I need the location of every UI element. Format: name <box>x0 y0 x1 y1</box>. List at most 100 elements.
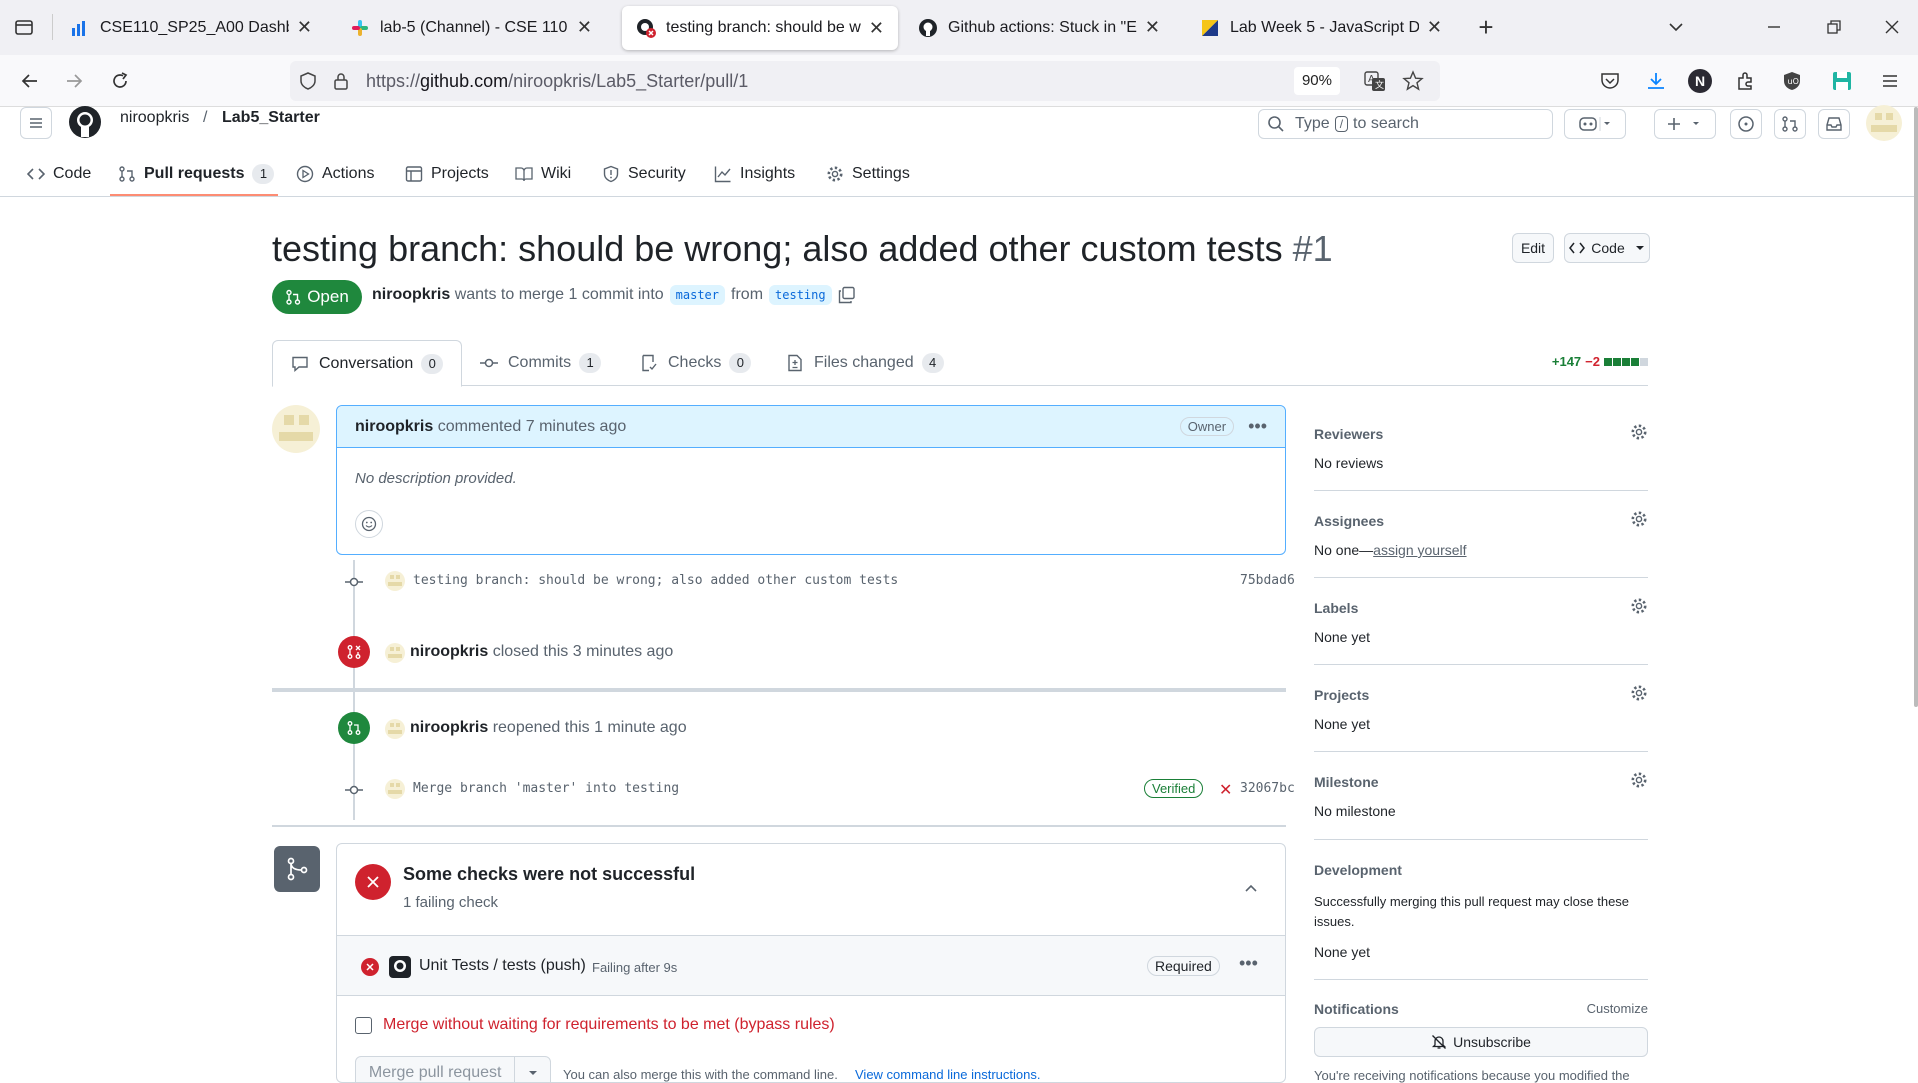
tracking-shield-icon[interactable] <box>298 71 318 96</box>
head-branch[interactable]: testing <box>769 285 832 305</box>
close-tab-icon[interactable]: ✕ <box>1427 17 1442 38</box>
customize-link[interactable]: Customize <box>1587 1001 1648 1016</box>
commit-message-link[interactable]: testing branch: should be wrong; also ad… <box>413 573 898 588</box>
back-icon[interactable] <box>14 65 46 97</box>
tab-list-chevron-icon[interactable] <box>1660 11 1692 43</box>
tab-checks[interactable]: Checks 0 <box>622 340 769 386</box>
event-user-link[interactable]: niroopkris <box>410 643 488 661</box>
copilot-button[interactable] <box>1564 109 1626 139</box>
commit-sha-link[interactable]: 75bdad6 <box>1240 573 1295 588</box>
add-reaction-icon[interactable] <box>355 510 383 538</box>
profile-avatar[interactable]: N <box>1684 65 1716 97</box>
comment-author-avatar[interactable] <box>272 405 320 453</box>
projects-gear-icon[interactable] <box>1630 684 1648 707</box>
tab-conversation[interactable]: Conversation 0 <box>272 340 463 387</box>
commit-author-avatar[interactable] <box>385 571 405 591</box>
browser-tab[interactable]: Lab Week 5 - JavaScript DOM B ✕ <box>1186 0 1456 55</box>
inbox-icon[interactable] <box>1818 109 1850 139</box>
event-user-link[interactable]: niroopkris <box>410 719 488 737</box>
labels-gear-icon[interactable] <box>1630 597 1648 620</box>
assignees-gear-icon[interactable] <box>1630 510 1648 533</box>
tab-overview-icon[interactable] <box>8 11 40 43</box>
repo-nav-settings[interactable]: Settings <box>826 159 910 189</box>
reload-icon[interactable] <box>104 65 136 97</box>
close-tab-icon[interactable]: ✕ <box>577 17 592 38</box>
kebab-menu-icon[interactable]: ••• <box>1248 416 1267 437</box>
reviewers-gear-icon[interactable] <box>1630 423 1648 446</box>
user-avatar[interactable] <box>1866 105 1902 141</box>
repo-name-link[interactable]: Lab5_Starter <box>222 107 320 129</box>
code-dropdown-button[interactable]: Code <box>1564 233 1650 263</box>
app-menu-icon[interactable] <box>1874 65 1906 97</box>
repo-nav-insights[interactable]: Insights <box>714 159 795 189</box>
url-text[interactable]: https://github.com/niroopkris/Lab5_Start… <box>366 71 748 92</box>
lock-icon[interactable] <box>332 71 350 96</box>
commit-sha-link[interactable]: 32067bc <box>1240 781 1295 796</box>
commit-message-link[interactable]: Merge branch 'master' into testing <box>413 781 679 796</box>
milestone-gear-icon[interactable] <box>1630 771 1648 794</box>
pull-request-icon <box>286 289 301 305</box>
tab-commits[interactable]: Commits 1 <box>462 340 619 386</box>
comment-author-link[interactable]: niroopkris <box>355 418 433 436</box>
comment-timestamp[interactable]: commented 7 minutes ago <box>438 418 627 436</box>
repo-nav-actions[interactable]: Actions <box>296 159 374 189</box>
close-tab-icon[interactable]: ✕ <box>1145 17 1160 38</box>
repo-nav-security[interactable]: Security <box>602 159 686 189</box>
hamburger-menu-icon[interactable] <box>20 107 52 139</box>
assign-yourself-link[interactable]: assign yourself <box>1373 542 1466 558</box>
edit-title-button[interactable]: Edit <box>1512 233 1554 263</box>
new-tab-icon[interactable]: + <box>1470 11 1502 43</box>
url-bar[interactable]: https://github.com/niroopkris/Lab5_Start… <box>290 61 1440 101</box>
event-avatar[interactable] <box>385 643 405 663</box>
pocket-icon[interactable] <box>1594 65 1626 97</box>
copy-icon[interactable] <box>838 286 856 304</box>
pr-author-link[interactable]: niroopkris <box>372 286 450 304</box>
repo-nav-pull-requests[interactable]: Pull requests 1 <box>118 159 275 189</box>
browser-tab-active[interactable]: testing branch: should be wrong ✕ <box>622 6 898 50</box>
tab-files-changed[interactable]: Files changed 4 <box>768 340 962 386</box>
chevron-up-icon[interactable] <box>1243 880 1259 901</box>
check-failed-icon[interactable]: ✕ <box>1219 780 1232 800</box>
github-logo-icon[interactable] <box>68 105 102 144</box>
check-run-row[interactable]: Unit Tests / tests (push) Failing after … <box>337 936 1285 996</box>
forward-icon[interactable] <box>58 65 90 97</box>
verified-badge[interactable]: Verified <box>1144 779 1204 798</box>
commit-author-avatar[interactable] <box>385 779 405 799</box>
repo-owner-link[interactable]: niroopkris <box>120 107 189 129</box>
kebab-menu-icon[interactable]: ••• <box>1239 953 1258 974</box>
event-avatar[interactable] <box>385 719 405 739</box>
bypass-label[interactable]: Merge without waiting for requirements t… <box>383 1016 835 1034</box>
restore-icon[interactable] <box>1818 11 1850 43</box>
browser-tab[interactable]: lab-5 (Channel) - CSE 110 Spring ✕ <box>336 0 606 55</box>
issues-icon[interactable] <box>1730 109 1762 139</box>
pull-requests-icon[interactable] <box>1774 109 1806 139</box>
merge-pull-request-button[interactable]: Merge pull request <box>355 1056 551 1082</box>
minimize-icon[interactable] <box>1758 11 1790 43</box>
diffstat[interactable]: +147 −2 <box>1552 354 1648 369</box>
repo-nav-projects[interactable]: Projects <box>405 159 489 189</box>
bypass-checkbox[interactable] <box>355 1017 372 1034</box>
repo-nav-wiki[interactable]: Wiki <box>515 159 571 189</box>
save-extension-icon[interactable] <box>1826 65 1858 97</box>
close-tab-icon[interactable]: ✕ <box>297 17 312 38</box>
close-tab-icon[interactable]: ✕ <box>869 18 884 39</box>
zoom-level[interactable]: 90% <box>1293 67 1340 95</box>
merge-options-caret-icon[interactable] <box>514 1056 550 1082</box>
create-new-button[interactable] <box>1654 109 1716 139</box>
checks-summary[interactable]: Some checks were not successful 1 failin… <box>337 844 1285 936</box>
translate-icon[interactable]: A文 <box>1364 70 1386 97</box>
ublock-icon[interactable]: uO <box>1776 65 1808 97</box>
bookmark-star-icon[interactable] <box>1402 70 1424 97</box>
page-scrollbar[interactable] <box>1914 107 1918 707</box>
base-branch[interactable]: master <box>669 285 726 305</box>
pr-state-label: Open <box>307 287 349 306</box>
extensions-icon[interactable] <box>1730 65 1762 97</box>
close-window-icon[interactable] <box>1876 11 1908 43</box>
unsubscribe-button[interactable]: Unsubscribe <box>1314 1027 1648 1057</box>
browser-tab[interactable]: Github actions: Stuck in "Expect ✕ <box>904 0 1174 55</box>
cli-instructions-link[interactable]: View command line instructions. <box>855 1067 1040 1082</box>
download-icon[interactable] <box>1640 65 1672 97</box>
browser-tab[interactable]: CSE110_SP25_A00 Dashboard | ✕ <box>56 0 326 55</box>
search-input[interactable]: Type / to search <box>1258 109 1553 139</box>
repo-nav-code[interactable]: Code <box>27 159 91 189</box>
